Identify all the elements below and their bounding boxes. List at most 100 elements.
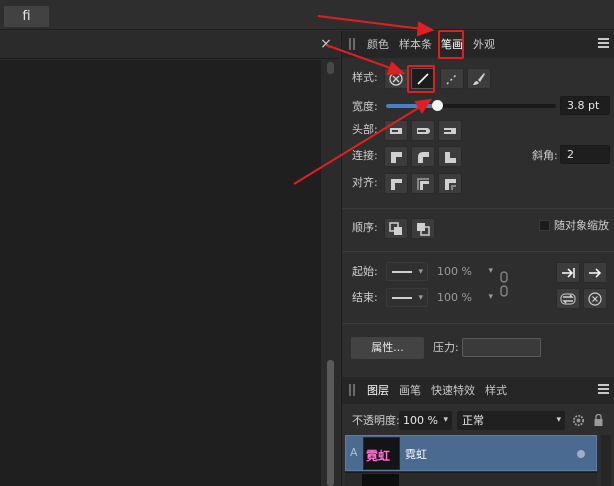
chevron-down-icon: ▾	[443, 415, 448, 425]
line-preview-icon	[392, 297, 412, 299]
no-stroke-icon	[389, 72, 403, 86]
lock-icon[interactable]	[593, 413, 604, 427]
scrollbar-top-thumb[interactable]	[327, 62, 334, 74]
tab-styles[interactable]: 样式	[485, 383, 507, 398]
tab-quick-fx[interactable]: 快速特效	[431, 383, 475, 398]
miter-value-field[interactable]: 2	[560, 145, 610, 164]
cap-label: 头部:	[352, 123, 378, 136]
bevel-join-button[interactable]	[438, 146, 462, 167]
arrow-right-icon	[589, 268, 602, 278]
layer-row[interactable]	[345, 472, 597, 486]
layer-type-letter: A	[350, 446, 358, 459]
start-scale-dropdown[interactable]: 100 % ▾	[437, 262, 497, 281]
vertical-scrollbar[interactable]	[321, 60, 340, 486]
miter-label: 斜角:	[532, 149, 558, 162]
tab-color[interactable]: 颜色	[367, 37, 389, 52]
round-cap-button[interactable]	[411, 120, 435, 141]
arrow-tip-extends-button[interactable]	[556, 262, 580, 283]
width-label: 宽度:	[352, 100, 378, 113]
arrow-place-at-end-button[interactable]	[583, 262, 607, 283]
close-icon[interactable]: ×	[318, 36, 334, 52]
square-cap-button[interactable]	[438, 120, 462, 141]
panel-grip-icon[interactable]	[349, 38, 355, 50]
tab-swatches[interactable]: 样本条	[399, 37, 432, 52]
round-cap-icon	[417, 128, 430, 134]
round-join-button[interactable]	[411, 146, 435, 167]
dashed-line-icon	[446, 73, 458, 85]
tab-appearance[interactable]: 外观	[473, 37, 495, 52]
align-inside-button[interactable]	[411, 173, 435, 194]
opacity-dropdown[interactable]: 100 % ▾	[399, 411, 452, 430]
end-scale-value: 100 %	[437, 291, 472, 304]
layer-visibility-dot[interactable]	[577, 450, 585, 458]
start-scale-value: 100 %	[437, 265, 472, 278]
align-center-button[interactable]	[384, 173, 408, 194]
stroke-front-icon	[417, 223, 430, 236]
join-label: 连接:	[352, 149, 378, 162]
align-label: 对齐:	[352, 176, 378, 189]
properties-button[interactable]: 属性...	[351, 337, 424, 359]
arrow-to-end-icon	[562, 268, 575, 278]
right-panel: 颜色 样本条 笔画 外观 样式: 宽度: 3.8 pt 头部: 连接: 斜角: …	[341, 31, 614, 486]
end-arrowhead-dropdown[interactable]: ▾	[386, 288, 428, 307]
layer-row[interactable]: A 霓虹 霓虹	[345, 435, 597, 471]
tab-layers[interactable]: 图层	[367, 383, 389, 398]
panel-grip-icon[interactable]	[349, 384, 355, 396]
blend-mode-dropdown[interactable]: 正常 ▾	[457, 411, 565, 430]
butt-cap-button[interactable]	[384, 120, 408, 141]
end-scale-dropdown[interactable]: 100 % ▾	[437, 288, 497, 307]
end-label: 结束:	[352, 291, 378, 304]
width-slider-fill	[386, 104, 437, 108]
scale-with-object-checkbox[interactable]	[539, 220, 550, 231]
stroke-behind-icon	[389, 222, 402, 235]
round-join-icon	[418, 152, 429, 163]
pressure-label: 压力:	[433, 341, 459, 354]
chevron-down-icon: ▾	[418, 293, 423, 303]
layer-name[interactable]: 霓虹	[405, 446, 427, 462]
ligature-button[interactable]: fi	[4, 6, 49, 27]
align-inside-icon	[417, 178, 429, 190]
bevel-join-icon	[445, 152, 456, 163]
dashed-line-button[interactable]	[440, 68, 464, 89]
order-label: 顺序:	[352, 221, 378, 234]
tab-brushes[interactable]: 画笔	[399, 383, 421, 398]
stroke-front-fill-button[interactable]	[411, 218, 435, 239]
miter-join-icon	[391, 152, 402, 163]
stroke-behind-fill-button[interactable]	[384, 218, 408, 239]
chevron-down-icon: ▾	[556, 415, 561, 425]
blend-mode-value: 正常	[462, 414, 484, 427]
no-stroke-button[interactable]	[384, 68, 408, 89]
miter-join-button[interactable]	[384, 146, 408, 167]
menu-icon[interactable]	[598, 384, 609, 394]
pressure-curve-field[interactable]	[462, 338, 541, 357]
link-icon[interactable]	[499, 271, 509, 297]
chevron-down-icon: ▾	[488, 292, 493, 302]
document-canvas[interactable]	[0, 60, 321, 486]
menu-icon[interactable]	[598, 38, 609, 48]
settings-icon[interactable]	[572, 414, 585, 427]
remove-arrowheads-button[interactable]	[583, 288, 607, 309]
opacity-label: 不透明度:	[352, 414, 400, 427]
swap-icon	[560, 293, 576, 305]
highlight-solid-line-button	[407, 65, 435, 93]
swap-arrowheads-button[interactable]	[556, 288, 580, 309]
width-value-field[interactable]: 3.8 pt	[560, 96, 610, 115]
scale-with-object-label: 随对象缩放	[554, 219, 609, 232]
layer-thumbnail: 霓虹	[363, 437, 400, 470]
top-toolbar: fi	[0, 0, 614, 30]
layer-thumbnail	[362, 474, 399, 486]
start-arrowhead-dropdown[interactable]: ▾	[386, 262, 428, 281]
start-label: 起始:	[352, 265, 378, 278]
align-outside-icon	[445, 179, 456, 190]
scrollbar-thumb[interactable]	[327, 360, 334, 486]
brush-stroke-icon	[473, 73, 485, 85]
chevron-down-icon: ▾	[488, 266, 493, 276]
width-slider[interactable]	[386, 100, 556, 111]
section-divider	[342, 251, 614, 252]
layer-thumbnail-text: 霓虹	[366, 449, 391, 463]
width-slider-knob[interactable]	[432, 100, 443, 111]
layers-scrollbar[interactable]	[601, 435, 611, 486]
brush-stroke-button[interactable]	[467, 68, 491, 89]
align-outside-button[interactable]	[438, 173, 462, 194]
highlight-stroke-tab	[438, 30, 464, 59]
